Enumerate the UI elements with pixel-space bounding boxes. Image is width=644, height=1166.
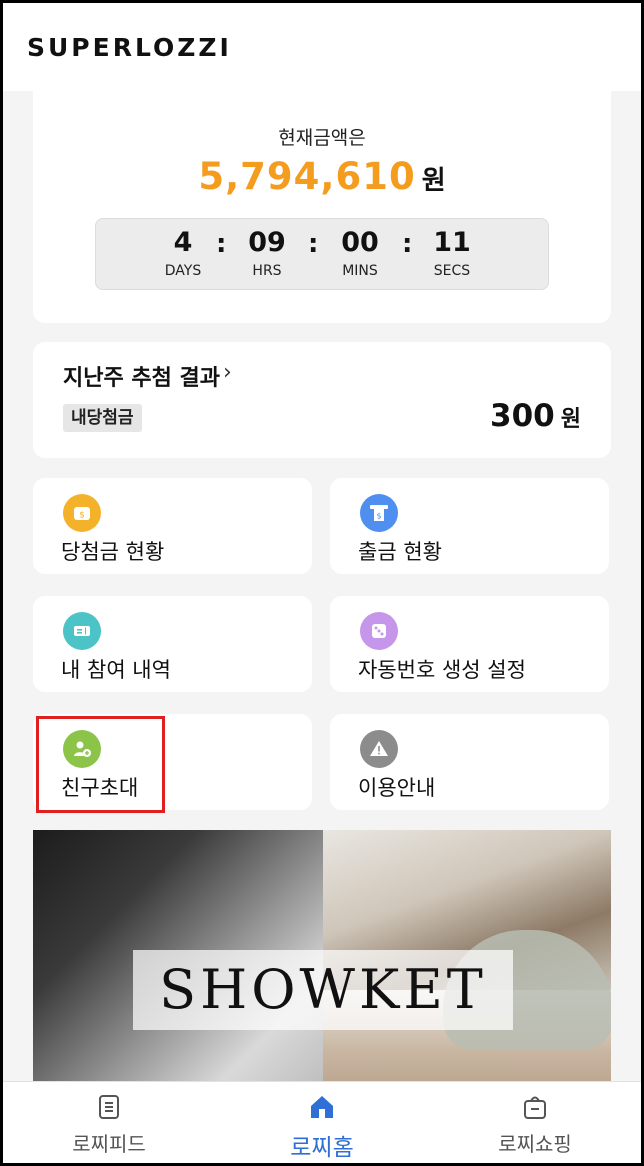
menu-auto-number-settings[interactable]: 자동번호 생성 설정 bbox=[330, 596, 609, 692]
countdown-hours-value: 09 bbox=[248, 227, 286, 258]
countdown-days: 4 DAYS bbox=[148, 227, 218, 279]
warning-icon bbox=[360, 730, 398, 768]
svg-text:$: $ bbox=[79, 511, 85, 521]
menu-prize-status[interactable]: $ 당첨금 현황 bbox=[33, 478, 312, 574]
my-prize-amount: 300 원 bbox=[490, 398, 581, 434]
countdown-hours: 09 HRS bbox=[232, 227, 302, 279]
countdown-minutes-value: 00 bbox=[341, 227, 379, 258]
countdown-days-label: DAYS bbox=[164, 263, 202, 279]
bottom-navigation: 로찌피드 로찌홈 로찌쇼핑 bbox=[3, 1081, 641, 1163]
countdown-separator: : bbox=[402, 229, 413, 259]
my-prize-amount-value: 300 bbox=[490, 398, 555, 434]
nav-home[interactable]: 로찌홈 bbox=[242, 1092, 402, 1162]
menu-label: 당첨금 현황 bbox=[61, 540, 165, 564]
last-week-title: 지난주 추첨 결과 bbox=[63, 366, 220, 391]
jackpot-amount-unit: 원 bbox=[421, 166, 446, 196]
app-screen: SUPERLOZZI 현재금액은 5,794,610 원 4 DAYS : 09 … bbox=[3, 3, 641, 1163]
jackpot-label: 현재금액은 bbox=[278, 127, 366, 149]
nav-shopping[interactable]: 로찌쇼핑 bbox=[455, 1092, 615, 1157]
countdown-timer: 4 DAYS : 09 HRS : 00 MINS : 11 SECS bbox=[95, 218, 549, 290]
nav-label: 로찌피드 bbox=[72, 1132, 146, 1156]
ticket-icon bbox=[63, 612, 101, 650]
countdown-minutes: 00 MINS bbox=[325, 227, 395, 279]
menu-label: 자동번호 생성 설정 bbox=[358, 658, 526, 682]
menu-label: 이용안내 bbox=[358, 776, 436, 800]
nav-label: 로찌홈 bbox=[290, 1135, 354, 1161]
dice-icon bbox=[360, 612, 398, 650]
atm-withdraw-icon: $ bbox=[360, 494, 398, 532]
last-week-result-card[interactable]: 지난주 추첨 결과 › 내당첨금 300 원 bbox=[33, 342, 611, 458]
invite-friends-highlight bbox=[36, 716, 165, 813]
svg-text:$: $ bbox=[376, 512, 381, 521]
my-prize-badge: 내당첨금 bbox=[63, 404, 142, 432]
wallet-icon: $ bbox=[63, 494, 101, 532]
jackpot-amount: 5,794,610 원 bbox=[33, 155, 611, 198]
menu-label: 출금 현황 bbox=[358, 540, 442, 564]
jackpot-amount-value: 5,794,610 bbox=[198, 155, 416, 198]
nav-label: 로찌쇼핑 bbox=[498, 1132, 572, 1156]
countdown-seconds: 11 SECS bbox=[417, 227, 487, 279]
nav-feed[interactable]: 로찌피드 bbox=[29, 1092, 189, 1157]
app-logo[interactable]: SUPERLOZZI bbox=[27, 33, 232, 62]
brand-name: SHOWKET bbox=[159, 958, 487, 1021]
countdown-hours-label: HRS bbox=[252, 263, 282, 279]
my-prize-amount-unit: 원 bbox=[560, 407, 581, 432]
promo-banner[interactable]: SHOWKET bbox=[33, 830, 611, 1090]
chevron-right-icon: › bbox=[223, 360, 232, 385]
feed-icon bbox=[29, 1092, 189, 1122]
app-header: SUPERLOZZI bbox=[3, 3, 641, 91]
countdown-separator: : bbox=[308, 229, 319, 259]
countdown-days-value: 4 bbox=[173, 227, 193, 258]
shopping-bag-icon bbox=[455, 1092, 615, 1122]
menu-my-entries[interactable]: 내 참여 내역 bbox=[33, 596, 312, 692]
menu-label: 내 참여 내역 bbox=[61, 658, 171, 682]
home-icon bbox=[242, 1092, 402, 1122]
countdown-minutes-label: MINS bbox=[342, 263, 378, 279]
countdown-seconds-value: 11 bbox=[433, 227, 471, 258]
jackpot-card: 현재금액은 5,794,610 원 4 DAYS : 09 HRS : 00 MI… bbox=[33, 91, 611, 323]
countdown-seconds-label: SECS bbox=[433, 263, 471, 279]
countdown-separator: : bbox=[216, 229, 227, 259]
menu-guide[interactable]: 이용안내 bbox=[330, 714, 609, 810]
brand-overlay: SHOWKET bbox=[133, 950, 513, 1030]
menu-withdraw-status[interactable]: $ 출금 현황 bbox=[330, 478, 609, 574]
